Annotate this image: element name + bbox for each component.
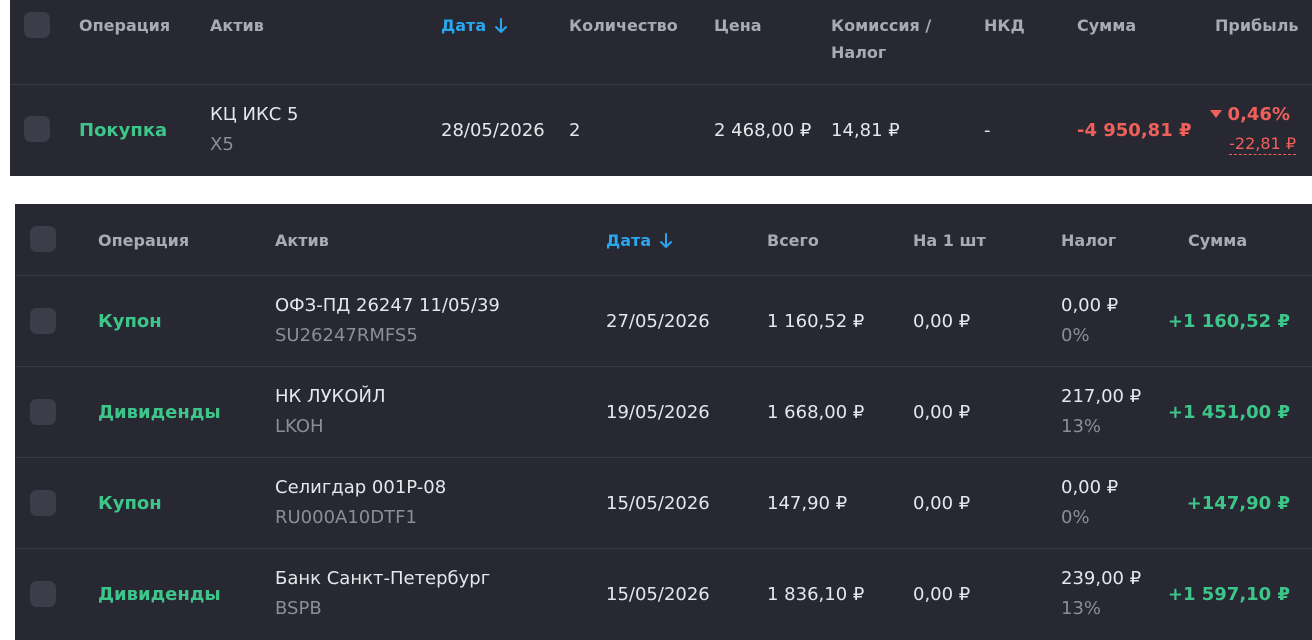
asset-name[interactable]: НК ЛУКОЙЛ xyxy=(275,386,386,407)
header-nkd[interactable]: НКД xyxy=(984,16,1025,35)
arrow-down-icon xyxy=(494,18,508,38)
trade-commission: 14,81 ₽ xyxy=(831,120,900,141)
header-sum[interactable]: Сумма xyxy=(1077,16,1136,35)
arrow-down-icon xyxy=(659,233,673,253)
header-operation[interactable]: Операция xyxy=(79,16,170,35)
payout-sum: +1 160,52 ₽ xyxy=(1167,311,1290,332)
header-date-sort[interactable]: Дата xyxy=(441,16,508,38)
header-commission[interactable]: Комиссия / Налог xyxy=(831,16,931,62)
header-commission-line2: Налог xyxy=(831,43,887,62)
profit-percent: 0,46% xyxy=(1227,104,1290,125)
payout-date: 15/05/2026 xyxy=(606,493,710,514)
operation-type: Покупка xyxy=(79,120,168,141)
profit-percent-wrap: 0,46% xyxy=(1209,104,1290,125)
asset-name[interactable]: КЦ ИКС 5 xyxy=(210,104,298,125)
payout-date: 15/05/2026 xyxy=(606,584,710,605)
payout-tax: 0,00 ₽ xyxy=(1061,477,1119,498)
trade-date: 28/05/2026 xyxy=(441,120,545,141)
header-date-label: Дата xyxy=(606,231,652,250)
trades-table: Операция Актив Дата Количество Цена Коми… xyxy=(10,0,1312,176)
asset-name[interactable]: Селигдар 001P-08 xyxy=(275,477,446,498)
trade-quantity: 2 xyxy=(569,120,581,141)
payout-tax-rate: 13% xyxy=(1061,598,1102,619)
payout-per-share: 0,00 ₽ xyxy=(913,311,971,332)
payout-total: 147,90 ₽ xyxy=(767,493,848,514)
row-checkbox[interactable] xyxy=(24,116,50,142)
payout-sum: +147,90 ₽ xyxy=(1186,493,1290,514)
row-checkbox[interactable] xyxy=(30,581,56,607)
table-row[interactable]: Дивиденды НК ЛУКОЙЛ LKOH 19/05/2026 1 66… xyxy=(15,367,1312,457)
header-quantity[interactable]: Количество xyxy=(569,16,678,35)
payout-tax-rate: 13% xyxy=(1061,416,1102,437)
operation-type: Дивиденды xyxy=(98,402,221,423)
header-asset[interactable]: Актив xyxy=(210,16,264,35)
profit-amount[interactable]: -22,81 ₽ xyxy=(1229,134,1296,155)
payout-per-share: 0,00 ₽ xyxy=(913,493,971,514)
trade-price: 2 468,00 ₽ xyxy=(714,120,812,141)
asset-ticker: LKOH xyxy=(275,416,324,437)
header-sum[interactable]: Сумма xyxy=(1188,231,1247,250)
payout-tax: 217,00 ₽ xyxy=(1061,386,1142,407)
asset-ticker: BSPB xyxy=(275,598,322,619)
trade-sum: -4 950,81 ₽ xyxy=(1077,120,1192,141)
header-date-label: Дата xyxy=(441,16,487,35)
header-asset[interactable]: Актив xyxy=(275,231,329,250)
payout-per-share: 0,00 ₽ xyxy=(913,402,971,423)
payout-date: 19/05/2026 xyxy=(606,402,710,423)
header-per-share[interactable]: На 1 шт xyxy=(913,231,986,250)
payout-total: 1 836,10 ₽ xyxy=(767,584,865,605)
asset-name[interactable]: Банк Санкт-Петербург xyxy=(275,568,490,589)
select-all-checkbox[interactable] xyxy=(24,12,50,38)
payouts-table: Операция Актив Дата Всего На 1 шт Налог … xyxy=(15,204,1312,640)
table-row[interactable]: Купон Селигдар 001P-08 RU000A10DTF1 15/0… xyxy=(15,458,1312,548)
payout-tax: 239,00 ₽ xyxy=(1061,568,1142,589)
payout-tax-rate: 0% xyxy=(1061,325,1090,346)
payout-date: 27/05/2026 xyxy=(606,311,710,332)
header-profit[interactable]: Прибыль xyxy=(1215,16,1299,35)
payout-sum: +1 597,10 ₽ xyxy=(1167,584,1290,605)
asset-ticker: X5 xyxy=(210,134,234,155)
asset-name[interactable]: ОФЗ-ПД 26247 11/05/39 xyxy=(275,295,500,316)
select-all-checkbox[interactable] xyxy=(30,226,56,252)
payout-total: 1 160,52 ₽ xyxy=(767,311,865,332)
header-date-sort[interactable]: Дата xyxy=(606,231,673,253)
operation-type: Купон xyxy=(98,311,162,332)
asset-ticker: RU000A10DTF1 xyxy=(275,507,417,528)
trade-nkd: - xyxy=(984,120,991,141)
row-checkbox[interactable] xyxy=(30,490,56,516)
payout-per-share: 0,00 ₽ xyxy=(913,584,971,605)
asset-ticker: SU26247RMFS5 xyxy=(275,325,418,346)
row-checkbox[interactable] xyxy=(30,399,56,425)
header-price[interactable]: Цена xyxy=(714,16,762,35)
operation-type: Купон xyxy=(98,493,162,514)
payout-tax-rate: 0% xyxy=(1061,507,1090,528)
payout-sum: +1 451,00 ₽ xyxy=(1167,402,1290,423)
table-row[interactable]: Дивиденды Банк Санкт-Петербург BSPB 15/0… xyxy=(15,549,1312,639)
caret-down-icon xyxy=(1209,110,1222,118)
header-total[interactable]: Всего xyxy=(767,231,819,250)
payout-total: 1 668,00 ₽ xyxy=(767,402,865,423)
table-row[interactable]: Купон ОФЗ-ПД 26247 11/05/39 SU26247RMFS5… xyxy=(15,276,1312,366)
header-operation[interactable]: Операция xyxy=(98,231,189,250)
header-tax[interactable]: Налог xyxy=(1061,231,1116,250)
operation-type: Дивиденды xyxy=(98,584,221,605)
header-commission-line1: Комиссия / xyxy=(831,16,932,35)
row-checkbox[interactable] xyxy=(30,308,56,334)
table-row[interactable]: Покупка КЦ ИКС 5 X5 28/05/2026 2 2 468,0… xyxy=(10,85,1312,173)
payout-tax: 0,00 ₽ xyxy=(1061,295,1119,316)
